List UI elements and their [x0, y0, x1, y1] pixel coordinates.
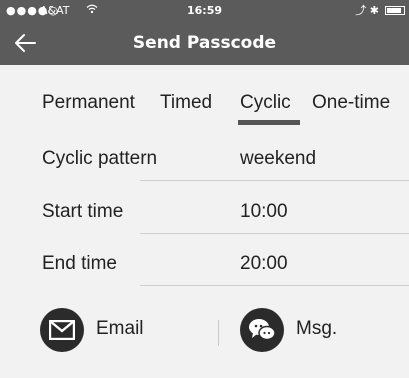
email-label: Email: [96, 318, 144, 339]
actions-divider: [218, 320, 219, 346]
end-time-row[interactable]: End time 20:00: [0, 245, 409, 289]
cyclic-pattern-row[interactable]: Cyclic pattern weekend: [0, 140, 409, 184]
start-time-label: Start time: [42, 201, 124, 222]
battery-icon: [385, 6, 405, 15]
cyclic-pattern-value[interactable]: weekend: [240, 148, 316, 170]
message-button[interactable]: Msg.: [240, 308, 380, 352]
end-time-value[interactable]: 20:00: [240, 253, 288, 275]
navigation-bar: Send Passcode: [0, 22, 409, 65]
row-divider: [140, 285, 409, 286]
start-time-value[interactable]: 10:00: [240, 201, 288, 223]
msg-label: Msg.: [296, 318, 338, 339]
tab-permanent[interactable]: Permanent: [42, 92, 135, 114]
tab-timed[interactable]: Timed: [160, 92, 212, 114]
status-time: 16:59: [186, 4, 222, 17]
location-bluetooth-icons: ⤴ ✱: [355, 4, 379, 17]
row-divider: [140, 233, 409, 234]
tab-cyclic[interactable]: Cyclic: [240, 92, 291, 114]
chat-bubbles-icon: [240, 308, 284, 352]
header-bar: ●●●●○ A&AT 16:59 ⤴ ✱ Send Passcode: [0, 0, 409, 65]
row-divider: [140, 180, 409, 181]
app-screen: ●●●●○ A&AT 16:59 ⤴ ✱ Send Passcode Perma…: [0, 0, 409, 378]
end-time-label: End time: [42, 253, 117, 274]
start-time-row[interactable]: Start time 10:00: [0, 193, 409, 237]
cyclic-pattern-label: Cyclic pattern: [42, 148, 158, 169]
status-bar: ●●●●○ A&AT 16:59 ⤴ ✱: [0, 0, 409, 22]
email-button[interactable]: Email: [40, 308, 180, 352]
passcode-type-tabs: Permanent Timed Cyclic One-time: [0, 82, 409, 126]
envelope-icon: [40, 308, 84, 352]
tab-one-time[interactable]: One-time: [312, 92, 390, 114]
page-title: Send Passcode: [132, 33, 277, 53]
share-actions: Email Msg.: [0, 300, 409, 360]
selected-tab-indicator: [238, 120, 300, 125]
